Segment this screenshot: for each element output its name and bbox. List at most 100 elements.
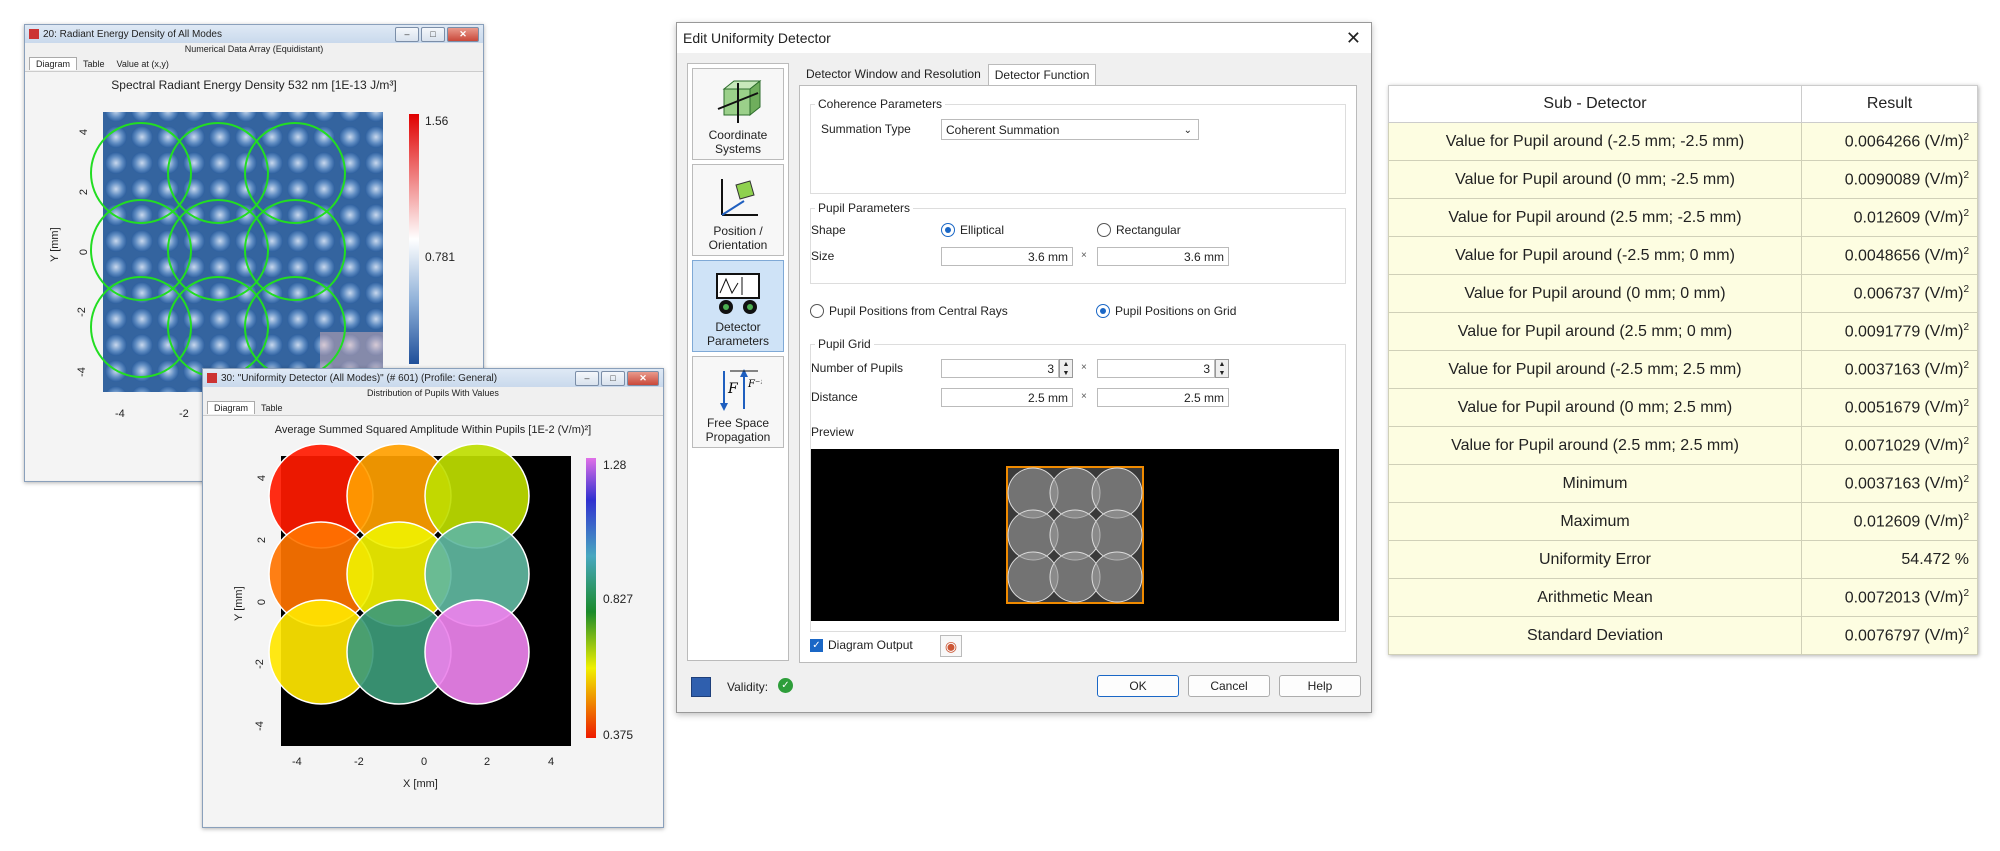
dialog-close-button[interactable]: ✕ <box>1346 23 1361 53</box>
result-value: 0.0048656 <box>1844 247 1921 265</box>
window-titlebar[interactable]: 30: "Uniformity Detector (All Modes)" (#… <box>203 369 663 387</box>
number-of-pupils-y-field[interactable]: 3 <box>1097 359 1215 378</box>
result-cell: 0.012609 (V/m)2 <box>1801 502 1978 541</box>
pupil-parameters-group: Pupil Parameters Shape Elliptical Rectan… <box>810 201 1346 284</box>
column-header-result: Result <box>1801 85 1978 123</box>
summation-type-select[interactable]: Coherent Summation ⌄ <box>941 119 1199 140</box>
app-icon <box>207 373 217 383</box>
tab-diagram[interactable]: Diagram <box>29 57 78 70</box>
unit-exponent: 2 <box>1963 207 1969 219</box>
distance-x-field[interactable]: 2.5 mm <box>941 388 1073 407</box>
colorbar-mid-label: 0.781 <box>425 250 456 264</box>
number-y-stepper[interactable]: ▲ ▼ <box>1215 359 1229 378</box>
tab-table[interactable]: Table <box>255 402 289 414</box>
radio-label: Rectangular <box>1116 223 1181 237</box>
result-cell: 54.472 % <box>1801 540 1978 579</box>
table-row: Value for Pupil around (0 mm; 0 mm) 0.006… <box>1388 274 1978 313</box>
shape-elliptical-radio[interactable]: Elliptical <box>941 223 1004 237</box>
y-axis-label: Y [mm] <box>233 586 245 621</box>
result-cell: 0.0048656 (V/m)2 <box>1801 236 1978 275</box>
y-tick: 4 <box>256 474 269 482</box>
tab-value-at-xy[interactable]: Value at (x,y) <box>111 58 175 70</box>
sidebar-item-detector-parameters[interactable]: Detector Parameters <box>692 260 784 352</box>
minimize-button[interactable]: – <box>395 26 419 42</box>
tab-detector-function[interactable]: Detector Function <box>987 64 1097 85</box>
unit-exponent: 2 <box>1963 359 1969 371</box>
number-of-pupils-x-field[interactable]: 3 <box>941 359 1059 378</box>
dialog-titlebar[interactable]: Edit Uniformity Detector ✕ <box>677 23 1371 53</box>
coherence-parameters-group: Coherence Parameters Summation Type Cohe… <box>810 97 1346 194</box>
unit-exponent: 2 <box>1963 473 1969 485</box>
sidebar-item-label: Detector Parameters <box>706 320 770 348</box>
unit-exponent: 2 <box>1963 245 1969 257</box>
coordinate-systems-icon <box>717 79 762 123</box>
group-label: Coherence Parameters <box>815 97 946 111</box>
sidebar-item-free-space-propagation[interactable]: F F⁻¹ Free Space Propagation <box>692 356 784 448</box>
table-row: Value for Pupil around (-2.5 mm; 0 mm) 0.… <box>1388 236 1978 275</box>
results-table-body: Value for Pupil around (-2.5 mm; -2.5 mm… <box>1388 122 1978 655</box>
distance-y-field[interactable]: 2.5 mm <box>1097 388 1229 407</box>
sub-detector-cell: Value for Pupil around (0 mm; 0 mm) <box>1388 274 1802 313</box>
y-tick: 4 <box>78 128 91 136</box>
number-x-stepper[interactable]: ▲ ▼ <box>1059 359 1073 378</box>
tab-diagram[interactable]: Diagram <box>207 401 256 414</box>
size-x-field[interactable]: 3.6 mm <box>941 247 1073 266</box>
x-tick: 2 <box>484 756 491 768</box>
sidebar-item-position-orientation[interactable]: Position / Orientation <box>692 164 784 256</box>
result-value: 0.012609 <box>1853 513 1921 531</box>
positions-from-central-rays-radio[interactable]: Pupil Positions from Central Rays <box>810 304 1008 318</box>
shape-rectangular-radio[interactable]: Rectangular <box>1097 223 1181 237</box>
window-subtitle: Distribution of Pupils With Values <box>367 388 499 398</box>
colorbar-mid-label: 0.827 <box>603 592 634 606</box>
x-tick: -2 <box>179 408 189 420</box>
cancel-button[interactable]: Cancel <box>1188 675 1270 697</box>
result-unit: (V/m) <box>1924 589 1964 607</box>
result-unit: (V/m) <box>1924 133 1964 151</box>
number-of-pupils-label: Number of Pupils <box>811 361 904 375</box>
radio-indicator <box>941 223 955 237</box>
unit-exponent: 2 <box>1963 321 1969 333</box>
sub-detector-cell: Value for Pupil around (-2.5 mm; 2.5 mm) <box>1388 350 1802 389</box>
close-button[interactable]: ✕ <box>627 370 659 386</box>
result-cell: 0.0064266 (V/m)2 <box>1801 122 1978 161</box>
positions-on-grid-radio[interactable]: Pupil Positions on Grid <box>1096 304 1236 318</box>
result-cell: 0.0051679 (V/m)2 <box>1801 388 1978 427</box>
window-title: 30: "Uniformity Detector (All Modes)" (#… <box>221 372 498 384</box>
help-button[interactable]: Help <box>1279 675 1361 697</box>
sub-detector-cell: Arithmetic Mean <box>1388 578 1802 617</box>
sub-detector-cell: Value for Pupil around (2.5 mm; 2.5 mm) <box>1388 426 1802 465</box>
y-axis-label: Y [mm] <box>49 227 61 262</box>
results-table: Sub - Detector Result Value for Pupil ar… <box>1388 85 1978 655</box>
maximize-button[interactable]: □ <box>421 26 445 42</box>
unit-exponent: 2 <box>1963 625 1969 637</box>
ok-button[interactable]: OK <box>1097 675 1179 697</box>
result-cell: 0.0076797 (V/m)2 <box>1801 616 1978 655</box>
maximize-button[interactable]: □ <box>601 370 625 386</box>
checkbox-label: Diagram Output <box>828 638 913 652</box>
y-tick: -4 <box>75 367 88 377</box>
result-cell: 0.0072013 (V/m)2 <box>1801 578 1978 617</box>
sidebar-item-coordinate-systems[interactable]: Coordinate Systems <box>692 68 784 160</box>
svg-text:F⁻¹: F⁻¹ <box>747 379 762 390</box>
edit-uniformity-detector-dialog: Edit Uniformity Detector ✕ Coordinate Sy… <box>676 22 1372 713</box>
sub-detector-cell: Value for Pupil around (-2.5 mm; -2.5 mm… <box>1388 122 1802 161</box>
save-icon[interactable] <box>691 677 711 697</box>
result-unit: (V/m) <box>1924 399 1964 417</box>
close-button[interactable]: ✕ <box>447 26 479 42</box>
window-subtitle: Numerical Data Array (Equidistant) <box>184 44 324 54</box>
size-y-field[interactable]: 3.6 mm <box>1097 247 1229 266</box>
tab-table[interactable]: Table <box>77 58 111 70</box>
panel-tabs: Detector Window and Resolution Detector … <box>799 63 1357 85</box>
diagram-output-checkbox[interactable]: ✓ Diagram Output <box>810 638 913 652</box>
group-label: Pupil Parameters <box>815 201 914 215</box>
tab-detector-window-and-resolution[interactable]: Detector Window and Resolution <box>799 63 988 85</box>
diagram-settings-button[interactable]: ◉ <box>940 635 962 657</box>
panel-body: Coherence Parameters Summation Type Cohe… <box>799 85 1357 663</box>
minimize-button[interactable]: – <box>575 370 599 386</box>
pupil-distribution-plot <box>268 443 596 746</box>
times-icon: × <box>1081 362 1087 373</box>
window-titlebar[interactable]: 20: Radiant Energy Density of All Modes … <box>25 25 483 43</box>
unit-exponent: 2 <box>1963 435 1969 447</box>
dialog-title: Edit Uniformity Detector <box>683 30 831 46</box>
result-value: 0.0091779 <box>1844 323 1921 341</box>
